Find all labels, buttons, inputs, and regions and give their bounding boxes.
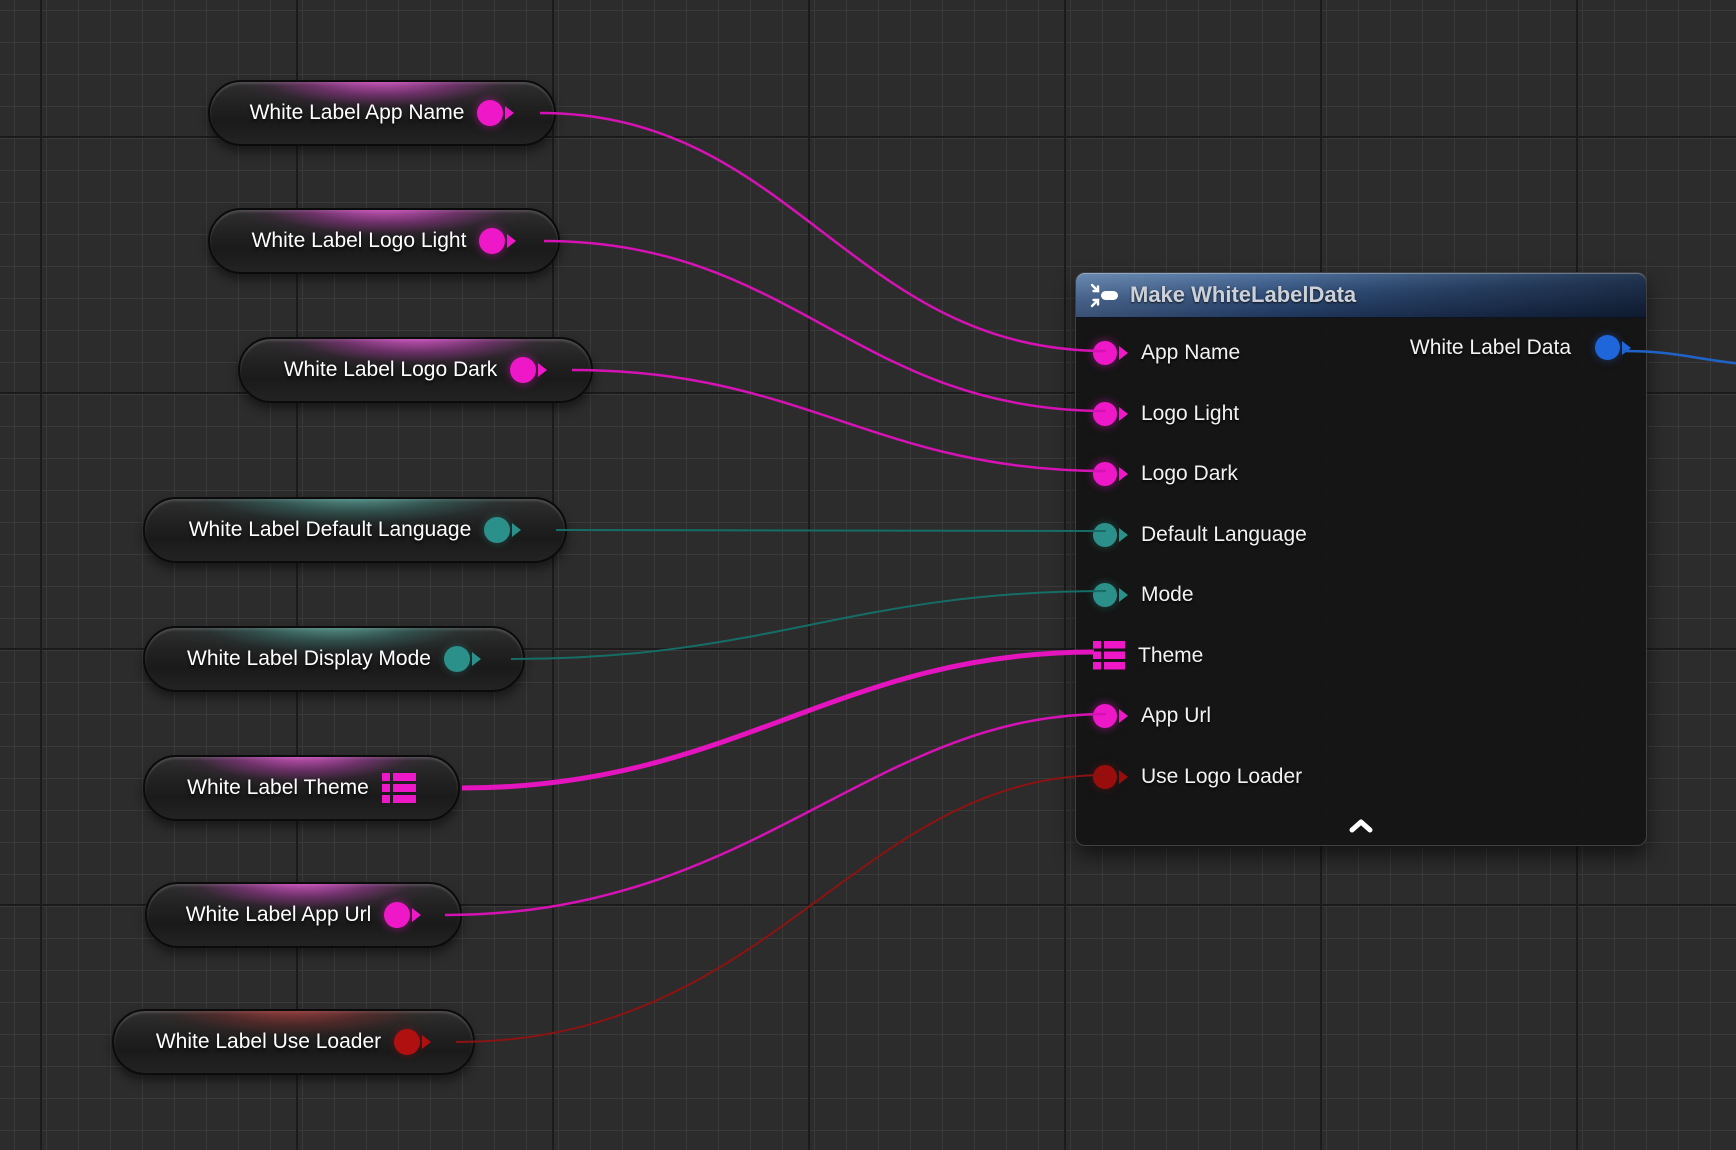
- make-whitelabeldata-node[interactable]: Make WhiteLabelData App Name Logo Light …: [1075, 272, 1647, 846]
- struct-input-pin[interactable]: [1093, 641, 1125, 670]
- struct-output-pin[interactable]: [382, 773, 416, 803]
- string-output-pin[interactable]: [479, 228, 516, 254]
- input-row: Theme: [1076, 626, 1646, 687]
- chevron-up-icon: [1349, 819, 1373, 833]
- wire-app-url[interactable]: [445, 714, 1106, 915]
- blueprint-graph-canvas[interactable]: { "canvas": { "background_color": "#2c2c…: [0, 0, 1736, 1150]
- wire-theme[interactable]: [462, 652, 1094, 788]
- boolean-input-pin[interactable]: [1093, 765, 1128, 789]
- text-output-pin[interactable]: [484, 517, 521, 543]
- node-header[interactable]: Make WhiteLabelData: [1076, 273, 1646, 318]
- text-output-pin[interactable]: [444, 646, 481, 672]
- string-output-pin[interactable]: [510, 357, 547, 383]
- getter-node-theme[interactable]: White Label Theme: [143, 755, 460, 821]
- getter-label: White Label Theme: [187, 776, 369, 800]
- input-row: Default Language: [1076, 505, 1646, 566]
- getter-node-app-name[interactable]: White Label App Name: [208, 80, 556, 146]
- input-row: Use Logo Loader: [1076, 747, 1646, 808]
- getter-label: White Label Use Loader: [156, 1030, 381, 1054]
- getter-label: White Label App Name: [250, 101, 465, 125]
- output-label: White Label Data: [1410, 336, 1571, 360]
- input-label: Theme: [1138, 644, 1203, 668]
- wire-default-language[interactable]: [556, 530, 1106, 531]
- input-label: App Name: [1141, 341, 1240, 365]
- text-input-pin[interactable]: [1093, 583, 1128, 607]
- getter-node-logo-dark[interactable]: White Label Logo Dark: [238, 337, 593, 403]
- string-input-pin[interactable]: [1093, 704, 1128, 728]
- text-input-pin[interactable]: [1093, 523, 1128, 547]
- wire-logo-light[interactable]: [544, 241, 1106, 411]
- input-label: Mode: [1141, 583, 1194, 607]
- wire-logo-dark[interactable]: [572, 370, 1106, 471]
- wire-mode[interactable]: [511, 591, 1106, 659]
- getter-label: White Label Logo Dark: [284, 358, 498, 382]
- wire-use-loader[interactable]: [456, 775, 1106, 1042]
- input-row: Logo Light: [1076, 384, 1646, 445]
- input-label: Logo Light: [1141, 402, 1239, 426]
- input-label: App Url: [1141, 704, 1211, 728]
- getter-label: White Label Logo Light: [252, 229, 467, 253]
- struct-output-pin[interactable]: [1595, 335, 1631, 360]
- input-label: Default Language: [1141, 523, 1307, 547]
- input-label: Use Logo Loader: [1141, 765, 1302, 789]
- getter-label: White Label App Url: [186, 903, 372, 927]
- getter-node-default-language[interactable]: White Label Default Language: [143, 497, 567, 563]
- output-row: White Label Data: [1410, 335, 1631, 360]
- getter-label: White Label Default Language: [189, 518, 472, 542]
- boolean-output-pin[interactable]: [394, 1029, 431, 1055]
- string-input-pin[interactable]: [1093, 462, 1128, 486]
- input-row: Mode: [1076, 565, 1646, 626]
- getter-node-use-loader[interactable]: White Label Use Loader: [112, 1009, 475, 1075]
- getter-node-display-mode[interactable]: White Label Display Mode: [143, 626, 525, 692]
- string-input-pin[interactable]: [1093, 341, 1128, 365]
- getter-node-app-url[interactable]: White Label App Url: [145, 882, 462, 948]
- input-row: App Url: [1076, 686, 1646, 747]
- getter-node-logo-light[interactable]: White Label Logo Light: [208, 208, 560, 274]
- string-output-pin[interactable]: [477, 100, 514, 126]
- node-title: Make WhiteLabelData: [1130, 282, 1356, 308]
- make-struct-icon: [1089, 282, 1119, 309]
- getter-label: White Label Display Mode: [187, 647, 431, 671]
- node-body: App Name Logo Light Logo Dark Default La…: [1076, 318, 1646, 807]
- collapse-node-button[interactable]: [1343, 817, 1379, 838]
- struct-pin-icon: [382, 773, 416, 803]
- string-input-pin[interactable]: [1093, 402, 1128, 426]
- struct-pin-icon: [1093, 641, 1125, 670]
- input-row: Logo Dark: [1076, 444, 1646, 505]
- input-label: Logo Dark: [1141, 462, 1238, 486]
- wire-app-name[interactable]: [540, 113, 1106, 351]
- string-output-pin[interactable]: [384, 902, 421, 928]
